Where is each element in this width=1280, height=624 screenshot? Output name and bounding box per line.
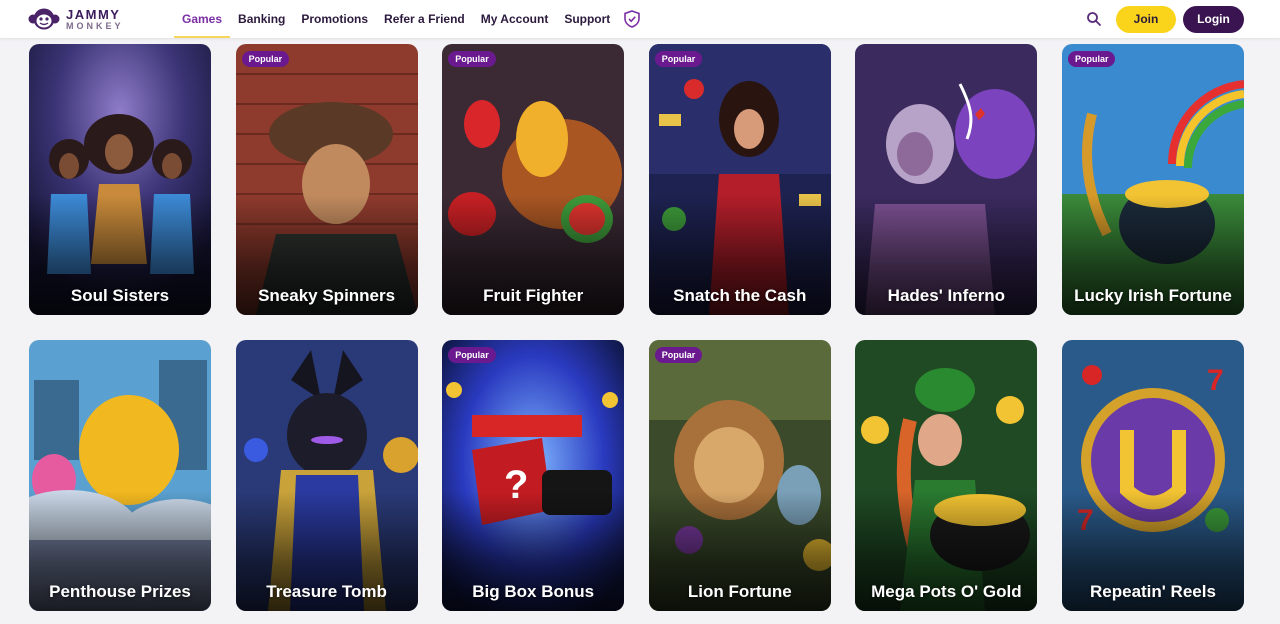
game-card-mega-pots-o-gold[interactable]: Mega Pots O' Gold: [855, 340, 1038, 611]
game-title: Soul Sisters: [70, 286, 170, 305]
game-title: Lucky Irish Fortune: [1074, 286, 1232, 305]
popular-badge: Popular: [448, 347, 496, 363]
nav-support[interactable]: Support: [564, 0, 610, 38]
top-navigation-bar: JAMMY MONKEY Games Banking Promotions Re…: [0, 0, 1280, 38]
game-card-lion-fortune[interactable]: Popular Lion Fortune: [648, 340, 831, 611]
safer-gambling-shield-icon[interactable]: [624, 9, 642, 29]
search-icon[interactable]: [1086, 11, 1102, 27]
game-title: Fruit Fighter: [483, 286, 584, 305]
nav-banking[interactable]: Banking: [238, 0, 285, 38]
popular-badge: Popular: [654, 51, 703, 67]
nav-promotions[interactable]: Promotions: [301, 0, 368, 38]
game-title: Treasure Tomb: [266, 582, 387, 601]
login-button[interactable]: Login: [1183, 5, 1244, 33]
game-card-fruit-fighter[interactable]: Popular Fruit Fighter: [442, 44, 625, 315]
logo-line-1: JAMMY: [66, 6, 121, 22]
monkey-logo-icon: [28, 8, 60, 30]
game-card-treasure-tomb[interactable]: Treasure Tomb: [235, 340, 418, 611]
main-nav: Games Banking Promotions Refer a Friend …: [173, 0, 642, 38]
game-card-sneaky-spinners[interactable]: Popular Sneaky Spinners: [235, 44, 418, 315]
nav-refer-a-friend[interactable]: Refer a Friend: [384, 0, 465, 38]
header-actions: Join Login: [1086, 5, 1244, 33]
popular-badge: Popular: [448, 51, 496, 67]
nav-games[interactable]: Games: [173, 0, 231, 38]
game-title: Hades' Inferno: [887, 286, 1006, 305]
game-card-soul-sisters[interactable]: Soul Sisters: [29, 44, 211, 315]
popular-badge: Popular: [1067, 51, 1116, 67]
svg-text:7: 7: [1207, 364, 1224, 397]
game-title: Big Box Bonus: [472, 582, 595, 601]
games-grid: Soul Sisters Popular Sneaky Spinners Pop…: [29, 44, 1244, 611]
game-title: Snatch the Cash: [673, 286, 807, 305]
game-title: Repeatin' Reels: [1090, 582, 1216, 601]
nav-my-account[interactable]: My Account: [481, 0, 549, 38]
game-title: Penthouse Prizes: [49, 582, 191, 601]
game-card-lucky-irish-fortune[interactable]: Popular Lucky Irish Fortune: [1061, 44, 1244, 315]
game-title: Mega Pots O' Gold: [871, 582, 1022, 601]
jammy-monkey-logo[interactable]: JAMMY MONKEY: [28, 6, 124, 32]
game-title: Lion Fortune: [687, 582, 792, 601]
game-card-snatch-the-cash[interactable]: Popular Snatch the Cash: [648, 44, 831, 315]
game-card-penthouse-prizes[interactable]: Penthouse Prizes: [29, 340, 211, 611]
game-card-big-box-bonus[interactable]: ? Popular Big Box Bonus: [442, 340, 625, 611]
game-card-repeatin-reels[interactable]: 7 7 Repeatin' Reels: [1061, 340, 1244, 611]
game-title: Sneaky Spinners: [258, 286, 396, 305]
logo-line-2: MONKEY: [66, 20, 124, 31]
logo-wordmark: JAMMY MONKEY: [66, 8, 124, 31]
join-button[interactable]: Join: [1116, 5, 1176, 33]
popular-badge: Popular: [241, 51, 290, 67]
game-card-hades-inferno[interactable]: Hades' Inferno: [855, 44, 1038, 315]
popular-badge: Popular: [654, 347, 703, 363]
